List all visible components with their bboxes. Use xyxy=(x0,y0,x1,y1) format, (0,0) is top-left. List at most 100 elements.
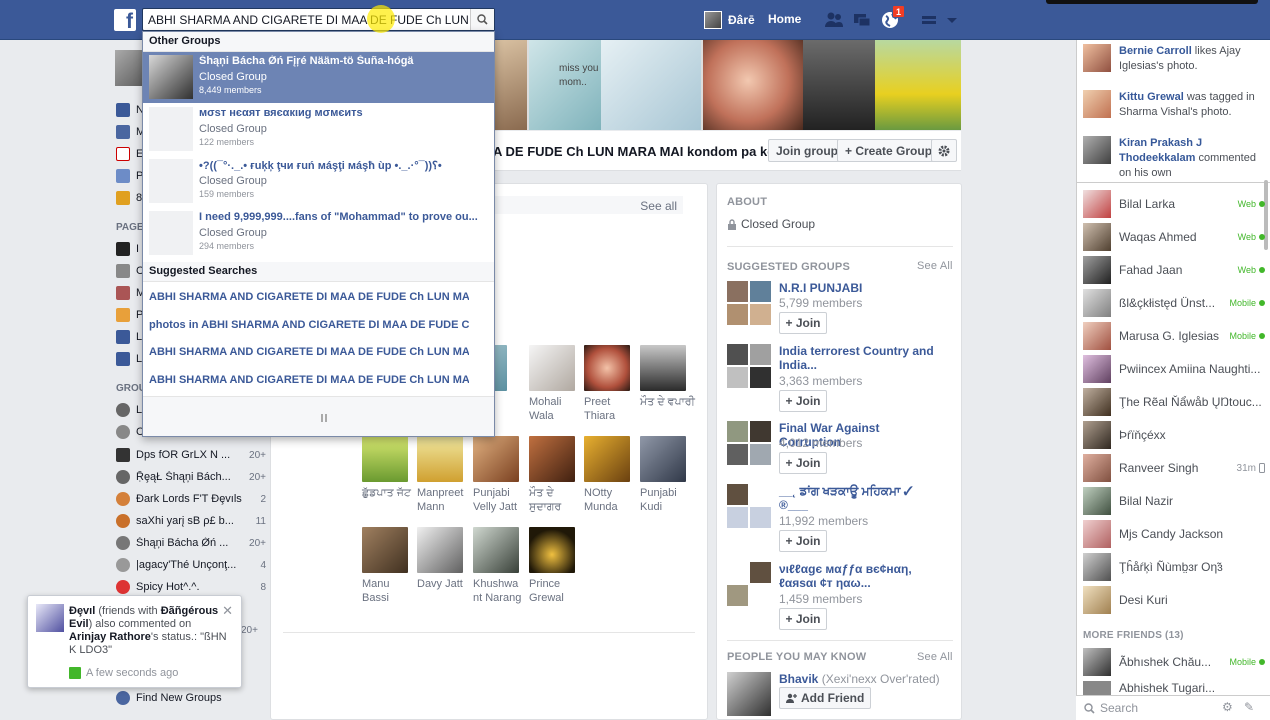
chat-contact[interactable]: Pwiincex Amiina Naughti... xyxy=(1083,355,1265,383)
search-result-group[interactable]: •?((¯°·._.• ғuķķ ţчи ғuń мáşţi мáşћ ùp •… xyxy=(143,156,494,207)
settings-gear-icon[interactable] xyxy=(931,139,957,162)
group-thumbnails xyxy=(727,421,771,465)
ticker-story[interactable]: Kittu Grewal was tagged in Sharma Vishal… xyxy=(1083,90,1263,120)
member-tile[interactable]: Mohali Wala xyxy=(529,345,579,423)
member-tile[interactable]: Khushwa nt Narang xyxy=(473,527,523,605)
see-all-link[interactable]: See All xyxy=(917,260,953,272)
person-photo[interactable] xyxy=(727,672,771,716)
join-group-button[interactable]: Join group xyxy=(768,139,846,162)
avatar xyxy=(1083,223,1111,251)
join-button[interactable]: + Join xyxy=(779,452,827,474)
member-tile[interactable]: Manu Bassi xyxy=(362,527,412,605)
group-item[interactable]: Ðark Lords F'T Ðȩvıls 2 xyxy=(116,491,266,507)
member-tile[interactable]: Prince Grewal xyxy=(529,527,579,605)
home-link[interactable]: Home xyxy=(768,12,801,26)
group-name[interactable]: N.R.I PUNJABI xyxy=(779,281,939,295)
chat-contact[interactable]: Þŕïňçéxx xyxy=(1083,421,1265,449)
avatar xyxy=(1083,90,1111,118)
group-item[interactable]: Šhąņi Bácha Ǿń ... 20+ xyxy=(116,535,266,551)
search-input[interactable]: ABHI SHARMA AND CIGARETE DI MAA DE FUDE … xyxy=(148,13,470,27)
ticker-story[interactable]: Bernie Carroll likes Ajay Iglesias's pho… xyxy=(1083,44,1263,74)
user-name: Ðârē xyxy=(728,13,755,27)
chat-contact[interactable]: Desi Kuri xyxy=(1083,586,1265,614)
group-thumbnails xyxy=(727,344,771,388)
chat-contact[interactable]: Bilal Nazir xyxy=(1083,487,1265,515)
chat-options-gear-icon[interactable]: ⚙ xyxy=(1222,700,1233,714)
group-name[interactable]: __˛ ਡਾਂਗ ਖੜਕਾਊ ਮਹਿਕਮਾ ✓ ®___ xyxy=(779,484,939,512)
chat-contact[interactable]: Ţhe Rẽal Ňẩwåb ŲŊtouc... xyxy=(1083,388,1265,416)
search-result-group[interactable]: Šhąņi Bácha Ǿń Fįŗé Nääm-tö Šuña-hógä Cl… xyxy=(143,52,494,103)
search-result-group[interactable]: I need 9,999,999....fans of "Mohammad" t… xyxy=(143,208,494,259)
member-tile[interactable]: Punjabi Velly Jatt xyxy=(473,436,523,514)
profile-link[interactable]: Ðârē xyxy=(704,10,755,30)
group-thumbnails xyxy=(727,484,771,528)
create-group-button[interactable]: + Create Group xyxy=(837,139,941,162)
suggested-search[interactable]: ABHI SHARMA AND CIGARETE DI MAA DE FUDE … xyxy=(149,346,469,358)
new-message-icon[interactable]: ✎ xyxy=(1244,700,1254,714)
chat-contact[interactable]: Marusa G. Iglesias Mobile xyxy=(1083,322,1265,350)
suggested-search[interactable]: photos in ABHI SHARMA AND CIGARETE DI MA… xyxy=(149,319,469,331)
person-name[interactable]: Bhavik xyxy=(779,672,818,686)
member-photo xyxy=(473,436,519,482)
see-all-link[interactable]: See All xyxy=(917,651,953,663)
friend-requests-icon[interactable] xyxy=(824,10,844,30)
group-icon xyxy=(116,425,130,439)
group-item[interactable]: saXhi yarį sB ρ£ b... 11 xyxy=(116,513,266,529)
avatar xyxy=(704,11,722,29)
notification-time: A few seconds ago xyxy=(69,667,178,679)
chat-contact[interactable]: Mjs Candy Jackson xyxy=(1083,520,1265,548)
notification-toast[interactable]: Ðȩvıl (friends with Ðãñgérous Evil) also… xyxy=(27,595,242,688)
member-tile[interactable]: ਛੁੱਡਪਾਤ ਜੱਟ xyxy=(362,436,412,500)
avatar xyxy=(36,604,64,632)
chevron-down-icon[interactable] xyxy=(946,10,966,30)
group-item[interactable]: Dps fOR GrLX N ... 20+ xyxy=(116,447,266,463)
join-button[interactable]: + Join xyxy=(779,312,827,334)
privacy-shortcuts-icon[interactable] xyxy=(920,10,940,30)
member-tile[interactable]: Punjabi Kudi xyxy=(640,436,690,514)
see-all-link[interactable]: See all xyxy=(640,199,677,213)
join-button[interactable]: + Join xyxy=(779,390,827,412)
chat-contact[interactable]: Waqas Ahmed Web xyxy=(1083,223,1265,251)
member-tile[interactable]: Preet Thiara xyxy=(584,345,634,423)
suggested-search[interactable]: ABHI SHARMA AND CIGARETE DI MAA DE FUDE … xyxy=(149,291,469,303)
group-item[interactable]: ṜȩąŁ Šhąņi Bách... 20+ xyxy=(116,469,266,485)
chat-search-placeholder: Search xyxy=(1100,701,1139,715)
search-result-group[interactable]: мσѕт нєαят вяєαкιиg мσмєитѕ Closed Group… xyxy=(143,104,494,155)
group-item[interactable]: |agacy'Thé Unçonţ... 4 xyxy=(116,557,266,573)
ticker-story[interactable]: Kiran Prakash J Thodeekkalam commented o… xyxy=(1083,136,1263,181)
online-dot-icon xyxy=(1259,659,1265,665)
messages-icon[interactable] xyxy=(852,10,872,30)
chat-contact[interactable]: Ãbhıshek Chău... Mobile xyxy=(1083,648,1265,676)
join-button[interactable]: + Join xyxy=(779,608,827,630)
group-name[interactable]: India terrorest Country and India... xyxy=(779,344,939,372)
online-dot-icon xyxy=(1259,267,1265,273)
group-name[interactable]: νιℓℓαgє мαƒƒα вє¢нαη, ℓαяѕαι ¢т ηαω... xyxy=(779,562,939,590)
search-field[interactable]: ABHI SHARMA AND CIGARETE DI MAA DE FUDE … xyxy=(142,8,495,31)
chat-contact[interactable]: Bilal Larka Web xyxy=(1083,190,1265,218)
find-new-groups-link[interactable]: Find New Groups xyxy=(116,690,266,706)
member-tile[interactable]: Davy Jatt xyxy=(417,527,467,591)
page-icon xyxy=(116,264,130,278)
chat-search-bar[interactable]: Search ⚙ ✎ xyxy=(1076,695,1270,720)
close-icon[interactable]: ✕ xyxy=(222,603,233,619)
group-cover-photo[interactable]: miss you mom.. xyxy=(493,40,961,130)
member-tile[interactable]: ਮੌਤ ਦੇ ਵਪਾਰੀ xyxy=(640,345,695,409)
chat-contact[interactable]: ßl&çkłistęd Ünst... Mobile xyxy=(1083,289,1265,317)
suggested-search[interactable]: ABHI SHARMA AND CIGARETE DI MAA DE FUDE … xyxy=(149,374,469,386)
chat-contact[interactable]: Ţĥåŕķì Ñùmb̤ɜr Oη̃ɜ xyxy=(1083,553,1265,581)
join-button[interactable]: + Join xyxy=(779,530,827,552)
member-photo xyxy=(529,436,575,482)
chat-contact[interactable]: Ranveer Singh 31m xyxy=(1083,454,1265,482)
other-groups-heading: Other Groups xyxy=(143,32,494,52)
member-tile[interactable]: ਮੌਤ ਦੇ ਸੁਦਾਗਰ xyxy=(529,436,579,514)
chat-contact[interactable]: Fahad Jaan Web xyxy=(1083,256,1265,284)
add-friend-button[interactable]: Add Friend xyxy=(779,687,872,709)
member-count: 4,012 members xyxy=(779,436,863,450)
member-tile[interactable]: Manpreet Mann xyxy=(417,436,467,514)
more-friends-heading: MORE FRIENDS (13) xyxy=(1083,630,1184,641)
facebook-logo-icon[interactable]: f xyxy=(114,9,136,31)
member-tile[interactable]: NOtty Munda xyxy=(584,436,634,514)
search-button[interactable] xyxy=(470,9,494,30)
chat-contact[interactable]: Abhishek Tugari... xyxy=(1083,681,1265,695)
group-item[interactable]: Spicy Hot^.^. 8 xyxy=(116,579,266,595)
